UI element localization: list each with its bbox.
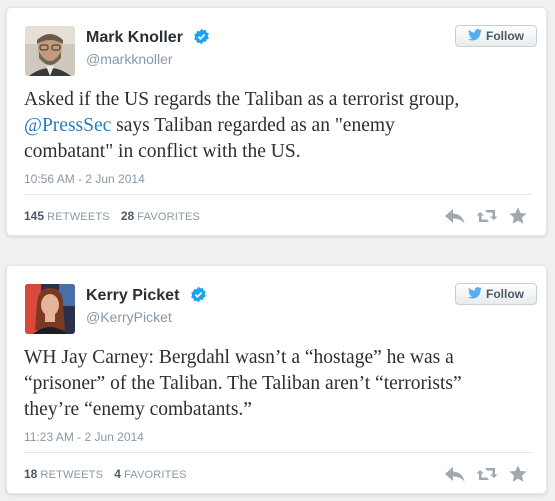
tweet-text-fragment: says Taliban regarded as an "enemy (111, 115, 395, 136)
timestamp[interactable]: 10:56 AM - 2 Jun 2014 (24, 172, 145, 186)
tweet-text-line: Asked if the US regards the Taliban as a… (24, 89, 460, 110)
divider (24, 452, 531, 453)
display-name-text[interactable]: Kerry Picket (86, 287, 179, 304)
retweet-label[interactable]: RETWEETS (40, 469, 103, 481)
avatar[interactable] (25, 26, 75, 76)
retweet-icon[interactable] (476, 207, 498, 225)
follow-button[interactable]: Follow (455, 283, 537, 305)
favorite-star-icon[interactable] (508, 207, 530, 225)
retweet-label[interactable]: RETWEETS (47, 211, 110, 223)
tweet-card: Mark Knoller @markknoller Follow Asked i… (6, 7, 547, 236)
tweet-text-line: combatant" in conflict with the US. (24, 141, 301, 162)
tweet-text: Asked if the US regards the Taliban as a… (24, 87, 534, 165)
tweet-text: WH Jay Carney: Bergdahl wasn’t a “hostag… (24, 345, 534, 423)
favorite-count[interactable]: 4 (114, 467, 121, 481)
retweet-count[interactable]: 145 (24, 209, 44, 223)
display-name[interactable]: Kerry Picket (86, 286, 207, 308)
display-name[interactable]: Mark Knoller (86, 28, 210, 50)
screen-name[interactable]: @markknoller (86, 51, 173, 67)
reply-icon[interactable] (444, 465, 466, 483)
screen-name[interactable]: @KerryPicket (86, 309, 172, 325)
twitter-bird-icon (468, 28, 482, 44)
timestamp[interactable]: 11:23 AM - 2 Jun 2014 (24, 430, 144, 444)
follow-label: Follow (486, 29, 524, 43)
tweet-stats: 145 RETWEETS 28 FAVORITES (24, 209, 208, 223)
tweet-card: Kerry Picket @KerryPicket Follow WH Jay … (6, 265, 547, 494)
twitter-bird-icon (468, 286, 482, 302)
display-name-text[interactable]: Mark Knoller (86, 29, 183, 46)
favorite-count[interactable]: 28 (121, 209, 134, 223)
mention-link[interactable]: @PressSec (24, 115, 111, 136)
tweet-text-line: “prisoner” of the Taliban. The Taliban a… (24, 373, 462, 394)
tweet-stats: 18 RETWEETS 4 FAVORITES (24, 467, 195, 481)
follow-button[interactable]: Follow (455, 25, 537, 47)
tweet-actions (444, 465, 530, 483)
tweet-text-line: @PressSec says Taliban regarded as an "e… (24, 113, 534, 139)
retweet-icon[interactable] (476, 465, 498, 483)
favorite-label[interactable]: FAVORITES (124, 469, 187, 481)
reply-icon[interactable] (444, 207, 466, 225)
tweet-text-line: they’re “enemy combatants.” (24, 399, 252, 420)
favorite-star-icon[interactable] (508, 465, 530, 483)
verified-badge-icon (190, 286, 207, 308)
follow-label: Follow (486, 287, 524, 301)
favorite-label[interactable]: FAVORITES (137, 211, 200, 223)
retweet-count[interactable]: 18 (24, 467, 37, 481)
verified-badge-icon (193, 28, 210, 50)
tweet-text-line: WH Jay Carney: Bergdahl wasn’t a “hostag… (24, 347, 454, 368)
tweet-actions (444, 207, 530, 225)
divider (24, 194, 531, 195)
avatar[interactable] (25, 284, 75, 334)
